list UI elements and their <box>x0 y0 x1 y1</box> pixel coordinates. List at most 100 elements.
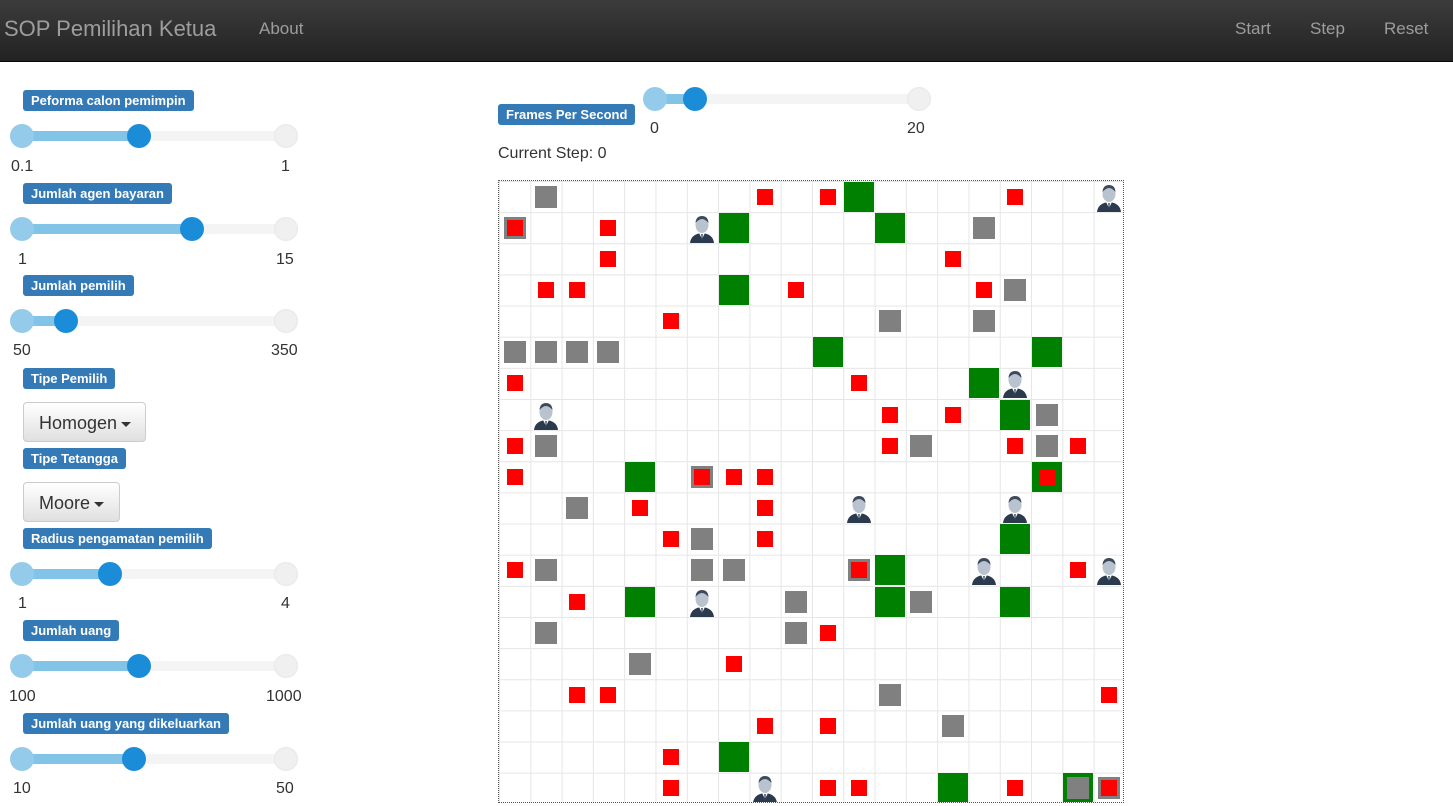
gray-agent <box>534 434 557 457</box>
gray-agent <box>973 216 996 239</box>
gray-agent <box>722 559 745 582</box>
red-agent <box>756 500 773 517</box>
red-agent <box>663 313 680 330</box>
performa-slider[interactable] <box>10 123 298 151</box>
uang-slider[interactable] <box>10 653 298 681</box>
gray-agent <box>910 434 933 457</box>
red-agent <box>819 718 836 735</box>
green-agent <box>624 461 655 492</box>
red-agent <box>788 282 805 299</box>
current-step: Current Step: 0 <box>498 145 607 162</box>
slider-handle[interactable] <box>179 217 204 241</box>
slider-min-handle <box>643 87 667 111</box>
tipe-pemilih-value: Homogen <box>39 413 118 433</box>
uang-dikeluarkan-slider[interactable] <box>10 746 298 774</box>
slider-fill <box>22 569 110 579</box>
start-button[interactable]: Start <box>1235 19 1271 39</box>
slider-max-handle <box>274 562 298 586</box>
red-agent <box>537 282 554 299</box>
slider-min-handle <box>10 654 34 678</box>
red-agent <box>944 250 961 267</box>
gray-agent <box>534 185 557 208</box>
red-agent <box>506 562 523 579</box>
slider-min-handle <box>10 124 34 148</box>
slider-handle[interactable] <box>682 87 707 111</box>
gray-agent <box>785 590 808 613</box>
red-agent <box>1069 437 1086 454</box>
nav-about[interactable]: About <box>259 19 303 39</box>
agen-bayaran-slider[interactable] <box>10 216 298 244</box>
green-agent <box>1000 399 1031 430</box>
slider-fill <box>22 224 192 234</box>
red-agent <box>600 250 617 267</box>
green-agent <box>718 275 749 306</box>
candidate-person-icon <box>687 587 717 617</box>
uang-max: 1000 <box>266 688 302 705</box>
navbar: SOP Pemilihan Ketua About Start Step Res… <box>0 0 1453 62</box>
red-agent <box>569 282 586 299</box>
simulation-grid <box>498 180 1124 803</box>
green-agent <box>718 212 749 243</box>
fps-slider[interactable] <box>643 86 931 114</box>
uang-dikeluarkan-label: Jumlah uang yang dikeluarkan <box>23 713 229 734</box>
tipe-pemilih-dropdown[interactable]: Homogen <box>23 402 146 442</box>
slider-fill <box>22 661 140 671</box>
gray-agent <box>534 341 557 364</box>
gray-agent <box>628 652 651 675</box>
green-agent <box>624 586 655 617</box>
red-agent <box>850 375 867 392</box>
candidate-person-icon <box>1094 182 1123 212</box>
uang-dikeluarkan-min: 10 <box>13 780 31 797</box>
candidate-person-icon <box>531 400 561 430</box>
reset-button[interactable]: Reset <box>1384 19 1428 39</box>
red-agent <box>756 468 773 485</box>
uang-dikeluarkan-max: 50 <box>276 780 294 797</box>
candidate-person-icon <box>1094 555 1123 586</box>
performa-max: 1 <box>281 158 290 175</box>
candidate-person-icon <box>687 213 717 243</box>
slider-handle[interactable] <box>127 124 152 148</box>
red-agent <box>506 219 523 236</box>
slider-handle[interactable] <box>122 747 147 771</box>
pemilih-slider[interactable] <box>10 308 298 336</box>
red-agent <box>819 188 836 205</box>
red-agent <box>725 655 742 672</box>
radius-max: 4 <box>281 595 290 612</box>
gray-agent <box>691 528 714 551</box>
slider-handle[interactable] <box>98 562 122 586</box>
radius-min: 1 <box>18 595 27 612</box>
slider-max-handle <box>274 654 298 678</box>
pemilih-max: 350 <box>271 342 298 359</box>
performa-min: 0.1 <box>11 158 34 175</box>
red-agent <box>694 468 711 485</box>
gray-agent <box>566 341 589 364</box>
green-agent <box>812 337 843 368</box>
uang-min: 100 <box>9 688 36 705</box>
slider-min-handle <box>10 562 34 586</box>
brand-title[interactable]: SOP Pemilihan Ketua <box>4 16 216 42</box>
gray-agent <box>503 341 526 364</box>
uang-label: Jumlah uang <box>23 620 120 641</box>
gray-agent <box>1004 279 1027 302</box>
red-agent <box>663 531 680 548</box>
gray-agent <box>879 683 902 706</box>
slider-min-handle <box>10 309 34 333</box>
slider-fill <box>22 131 140 141</box>
step-button[interactable]: Step <box>1310 19 1345 39</box>
red-agent <box>663 749 680 766</box>
slider-max-handle <box>274 124 298 148</box>
tipe-tetangga-dropdown[interactable]: Moore <box>23 482 120 522</box>
pemilih-label: Jumlah pemilih <box>23 275 134 296</box>
green-agent <box>718 742 749 773</box>
green-agent <box>1000 586 1031 617</box>
radius-slider[interactable] <box>10 561 298 589</box>
green-agent <box>843 181 874 212</box>
slider-handle[interactable] <box>54 309 78 333</box>
red-agent <box>1007 188 1024 205</box>
red-agent <box>944 406 961 423</box>
red-agent <box>976 282 993 299</box>
agen-bayaran-min: 1 <box>18 251 27 268</box>
slider-handle[interactable] <box>127 654 152 678</box>
red-agent <box>600 219 617 236</box>
gray-agent <box>879 310 902 333</box>
